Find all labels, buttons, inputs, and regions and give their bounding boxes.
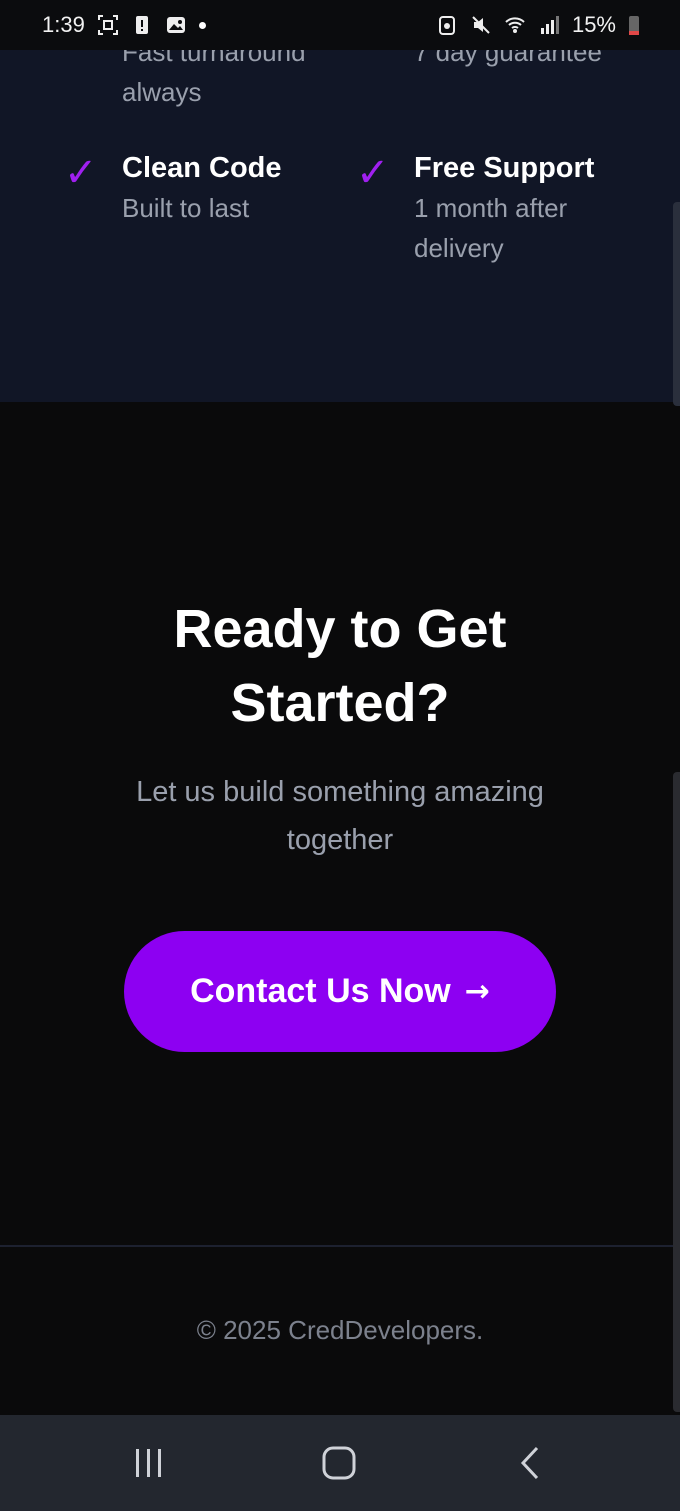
- feature-free-support: ✓ Free Support 1 month after delivery: [356, 148, 674, 268]
- cta-subtitle: Let us build something amazing together: [136, 776, 544, 856]
- screenshot-icon: [97, 15, 118, 35]
- check-icon: ✓: [356, 150, 390, 196]
- feature-desc: Built to last: [122, 193, 250, 223]
- status-left: 1:39: [42, 12, 206, 38]
- home-icon: [322, 1446, 356, 1480]
- copyright-text: © 2025 CredDevelopers.: [196, 1315, 484, 1345]
- battery-icon: [629, 16, 639, 35]
- page: Fast turnaround always 7 day guarantee ✓…: [0, 0, 680, 1511]
- feature-title: Clean Code: [122, 152, 282, 184]
- mute-icon: [472, 16, 490, 34]
- nav-home-button[interactable]: [279, 1415, 399, 1511]
- cta-title: Ready to Get Started?: [173, 599, 507, 733]
- scrollbar-thumb-inner[interactable]: [673, 202, 680, 406]
- contact-us-label: Contact Us Now: [190, 972, 451, 1010]
- nav-back-button[interactable]: [470, 1415, 590, 1511]
- wifi-icon: [505, 17, 525, 33]
- back-icon: [520, 1446, 539, 1480]
- gallery-icon: [166, 17, 185, 33]
- status-bar: 1:39 15%: [0, 0, 680, 50]
- footer: © 2025 CredDevelopers.: [0, 1245, 680, 1415]
- scrollbar-thumb[interactable]: [673, 772, 680, 1412]
- signal-icon: [540, 16, 559, 34]
- status-time: 1:39: [42, 12, 85, 37]
- feature-desc: 1 month after: [414, 193, 568, 223]
- lock-icon: [438, 16, 455, 35]
- features-section: Fast turnaround always 7 day guarantee ✓…: [0, 0, 680, 402]
- alert-icon: [135, 16, 148, 34]
- system-nav-bar: [0, 1415, 680, 1511]
- nav-recents-button[interactable]: [89, 1415, 209, 1511]
- contact-us-button[interactable]: Contact Us Now →: [124, 931, 556, 1052]
- feature-desc: delivery: [414, 233, 504, 263]
- check-icon: ✓: [64, 150, 98, 196]
- notification-dot-icon: [198, 21, 206, 29]
- feature-desc: always: [122, 77, 202, 107]
- battery-percent: 15%: [571, 12, 616, 37]
- cta-section: Ready to Get Started? Let us build somet…: [0, 402, 680, 1245]
- status-right: 15%: [436, 12, 640, 38]
- recents-icon: [136, 1449, 161, 1477]
- arrow-right-icon: →: [464, 974, 490, 1009]
- feature-clean-code: ✓ Clean Code Built to last: [64, 148, 382, 228]
- feature-title: Free Support: [414, 152, 595, 184]
